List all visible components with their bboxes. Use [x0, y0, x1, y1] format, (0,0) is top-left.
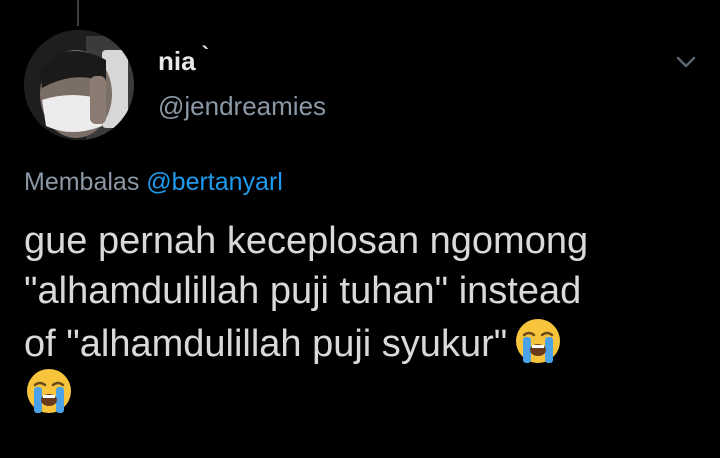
loudly-crying-face-icon	[27, 369, 71, 413]
author-name-text[interactable]: nia	[158, 44, 196, 78]
tweet-text-line-4	[24, 366, 704, 416]
reply-mention-link[interactable]: @bertanyarl	[146, 168, 283, 196]
more-options-chevron-icon[interactable]	[672, 48, 700, 76]
avatar-photo	[24, 30, 134, 140]
tweet-text: gue pernah keceplosan ngomong "alhamduli…	[24, 216, 704, 416]
author-display-name[interactable]: nia `	[158, 44, 326, 78]
avatar[interactable]	[24, 30, 134, 140]
tweet-text-line-1: gue pernah keceplosan ngomong	[24, 220, 589, 262]
author-handle[interactable]: @jendreamies	[158, 90, 326, 122]
thread-connector-line	[77, 0, 79, 26]
tweet-text-line-3: of "alhamdulillah puji syukur"	[24, 316, 704, 366]
author-name-mark: `	[201, 42, 209, 67]
reply-prefix: Membalas	[24, 168, 140, 196]
loudly-crying-face-icon	[516, 319, 561, 363]
tweet-text-line-2: "alhamdulillah puji tuhan" instead	[24, 270, 582, 312]
tweet-header: nia ` @jendreamies	[158, 44, 326, 122]
tweet-text-line-3-text: of "alhamdulillah puji syukur"	[24, 323, 508, 365]
reply-context: Membalas @bertanyarl	[24, 166, 283, 198]
